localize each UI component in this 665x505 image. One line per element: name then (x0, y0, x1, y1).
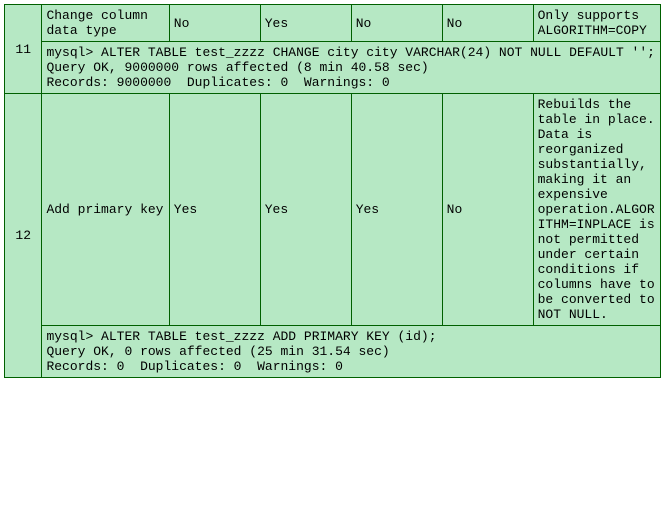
cell-rebuild: Yes (260, 5, 351, 42)
cell-metadata: No (442, 94, 533, 326)
cell-operation: Change column data type (42, 5, 169, 42)
row-number: 12 (5, 94, 42, 378)
cell-notes: Only supports ALGORITHM=COPY (533, 5, 660, 42)
table-row-cmd: mysql> ALTER TABLE test_zzzz ADD PRIMARY… (5, 326, 661, 378)
cell-command: mysql> ALTER TABLE test_zzzz CHANGE city… (42, 42, 661, 94)
cell-operation: Add primary key (42, 94, 169, 326)
cell-command: mysql> ALTER TABLE test_zzzz ADD PRIMARY… (42, 326, 661, 378)
table-row-cmd: mysql> ALTER TABLE test_zzzz CHANGE city… (5, 42, 661, 94)
table-row: 12 Add primary key Yes Yes Yes No Rebuil… (5, 94, 661, 326)
cell-inplace: Yes (169, 94, 260, 326)
table-row: 11 Change column data type No Yes No No … (5, 5, 661, 42)
operations-table: 11 Change column data type No Yes No No … (4, 4, 661, 378)
cell-concurrent: No (351, 5, 442, 42)
cell-notes: Rebuilds the table in place. Data is reo… (533, 94, 660, 326)
row-number: 11 (5, 5, 42, 94)
cell-inplace: No (169, 5, 260, 42)
cell-concurrent: Yes (351, 94, 442, 326)
cell-rebuild: Yes (260, 94, 351, 326)
cell-metadata: No (442, 5, 533, 42)
